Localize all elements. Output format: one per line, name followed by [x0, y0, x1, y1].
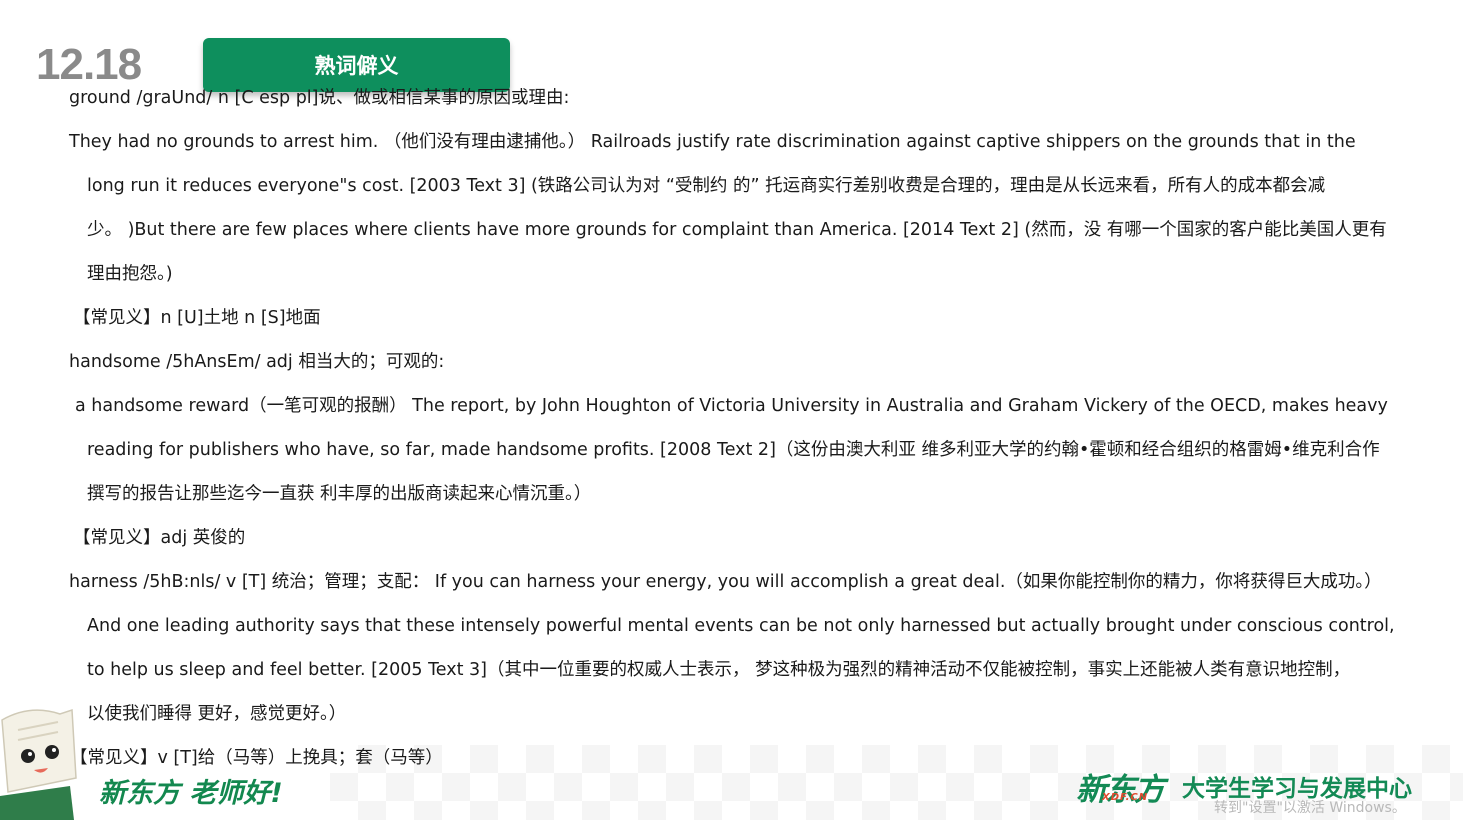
text-line: They had no grounds to arrest him. （他们没有… — [69, 132, 1356, 152]
text-line: 【常见义】n [U]土地 n [S]地面 — [73, 308, 321, 328]
text-line: 少。 )But there are few places where clien… — [87, 220, 1387, 240]
text-line: 撰写的报告让那些迄今一直获 利丰厚的出版商读起来心情沉重。） — [87, 484, 592, 504]
text-line: 以使我们睡得 更好，感觉更好。） — [87, 704, 347, 724]
text-line: reading for publishers who have, so far,… — [87, 440, 1380, 460]
slogan: 新东方 老师好! — [99, 778, 283, 809]
text-line: to help us sleep and feel better. [2005 … — [87, 660, 1351, 680]
text-line: 理由抱怨。) — [87, 264, 173, 284]
text-line: And one leading authority says that thes… — [87, 616, 1395, 636]
text-line: 【常见义】v [T]给（马等）上挽具；套（马等） — [70, 748, 443, 768]
text-line: long run it reduces everyone"s cost. [20… — [87, 176, 1326, 196]
text-line: ground /graUnd/ n [C esp pl]说、做或相信某事的原因或… — [69, 88, 570, 108]
windows-activation-watermark: 转到"设置"以激活 Windows。 — [1214, 800, 1406, 816]
section-title-badge: 熟词僻义 — [203, 38, 510, 92]
xdf-logo-domain: XDF.CN — [1102, 792, 1149, 803]
text-line: a handsome reward（一笔可观的报酬） The report, b… — [75, 396, 1388, 416]
text-line: 【常见义】adj 英俊的 — [73, 528, 246, 548]
text-line: harness /5hB:nls/ v [T] 统治；管理；支配： If you… — [69, 572, 1382, 592]
section-title: 熟词僻义 — [314, 54, 399, 78]
mascot-book-illustration — [0, 708, 77, 820]
text-line: handsome /5hAnsEm/ adj 相当大的；可观的: — [69, 352, 445, 372]
date-label: 12.18 — [36, 40, 142, 89]
